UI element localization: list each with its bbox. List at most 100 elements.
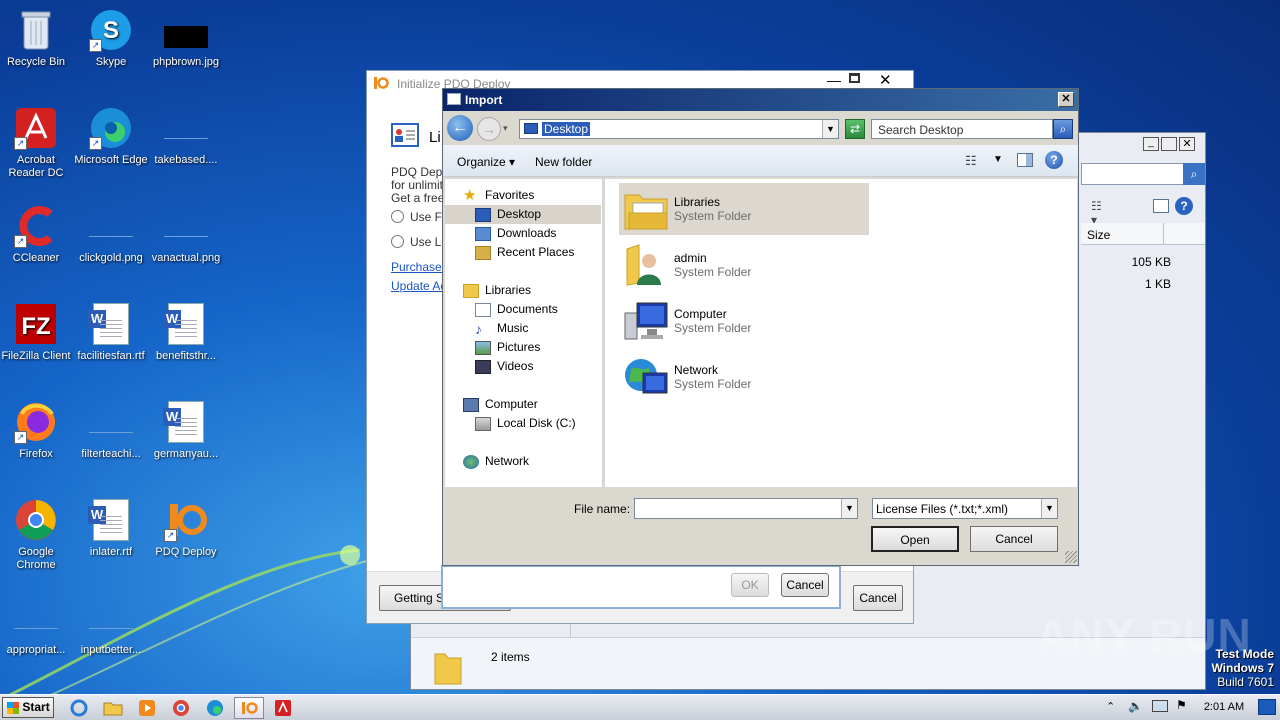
file-item-network[interactable]: Network System Folder [619, 351, 869, 403]
search-icon[interactable]: ⌕ [1183, 163, 1205, 185]
minimize-button[interactable]: _ [1143, 137, 1159, 151]
nav-computer[interactable]: Computer [463, 395, 538, 414]
inner-ok-button[interactable]: OK [731, 573, 769, 597]
tray-expand-icon[interactable]: ⌃ [1106, 700, 1115, 713]
nav-downloads[interactable]: Downloads [475, 224, 556, 243]
nav-pictures[interactable]: Pictures [475, 338, 540, 357]
volume-icon[interactable]: 🔈 [1128, 699, 1143, 713]
address-dropdown-icon[interactable]: ▼ [822, 120, 838, 138]
minimize-button[interactable]: — [827, 72, 841, 88]
file-item-admin[interactable]: admin System Folder [619, 239, 869, 291]
nav-desktop[interactable]: Desktop [445, 205, 601, 224]
maximize-button[interactable] [849, 73, 860, 83]
nav-recent-places[interactable]: Recent Places [475, 243, 574, 262]
column-size-label[interactable]: Size [1087, 228, 1110, 242]
help-icon[interactable]: ? [1175, 197, 1193, 215]
new-folder-button[interactable]: New folder [535, 155, 592, 169]
desktop-icon-takebased[interactable]: takebased.... [148, 106, 224, 167]
nav-videos[interactable]: Videos [475, 357, 533, 376]
nav-libraries[interactable]: Libraries [463, 281, 531, 300]
desktop-icon-clickgold[interactable]: clickgold.png [73, 204, 149, 265]
desktop-icon-facilitiesfan[interactable]: W facilitiesfan.rtf [73, 302, 149, 363]
pdq-cancel-button[interactable]: Cancel [853, 585, 903, 611]
desktop-icon-firefox[interactable]: ↗ Firefox [0, 400, 74, 461]
radio-free[interactable] [391, 210, 404, 223]
change-view-icon[interactable]: ☷ [965, 153, 977, 169]
nav-local-disk[interactable]: Local Disk (C:) [475, 414, 576, 433]
cancel-button[interactable]: Cancel [970, 526, 1058, 552]
ie-taskbar-icon[interactable] [64, 697, 94, 719]
import-title-bar: Import ✕ [443, 89, 1078, 111]
forward-button[interactable]: → [477, 117, 501, 141]
show-desktop-button[interactable] [1258, 699, 1276, 715]
desktop-icon-acrobat[interactable]: ↗ Acrobat Reader DC [0, 106, 74, 180]
purchase-link[interactable]: Purchase l [391, 260, 448, 274]
update-link[interactable]: Update Ac [391, 279, 446, 293]
desktop-icon-label: Acrobat Reader DC [8, 154, 64, 179]
image-file-icon [164, 8, 208, 52]
search-icon[interactable]: ⌕ [1053, 119, 1073, 139]
edge-taskbar-icon[interactable] [200, 697, 230, 719]
search-input[interactable] [1081, 163, 1191, 185]
resize-grip[interactable] [1065, 551, 1077, 563]
file-type-dropdown-icon[interactable]: ▼ [1041, 499, 1057, 518]
search-desktop-input[interactable]: Search Desktop [871, 119, 1053, 139]
back-button[interactable]: ← [447, 115, 473, 141]
preview-pane-icon[interactable] [1153, 199, 1169, 213]
file-item-type: System Folder [674, 377, 752, 391]
nav-network[interactable]: Network [463, 452, 529, 471]
desktop-icon-appropriat[interactable]: appropriat... [0, 596, 74, 657]
organize-button[interactable]: Organize ▾ [457, 155, 515, 169]
maximize-button[interactable] [1161, 137, 1177, 151]
start-button[interactable]: Start [2, 697, 54, 718]
action-center-flag-icon[interactable]: ⚑ [1176, 698, 1187, 712]
preview-pane-icon[interactable] [1017, 153, 1033, 167]
desktop-icon-phpbrown[interactable]: phpbrown.jpg [148, 8, 224, 69]
media-player-taskbar-icon[interactable] [132, 697, 162, 719]
refresh-icon[interactable]: ⇄ [845, 119, 865, 139]
desktop-icon-filterteachi[interactable]: filterteachi... [73, 400, 149, 461]
open-button[interactable]: Open [871, 526, 959, 552]
clock[interactable]: 2:01 AM [1196, 701, 1252, 713]
file-item-libraries[interactable]: Libraries System Folder [619, 183, 869, 235]
address-bar[interactable]: Desktop ▼ [519, 119, 839, 139]
close-button[interactable]: ✕ [1058, 92, 1074, 107]
recent-pages-dropdown-icon[interactable]: ▾ [503, 123, 508, 134]
nav-music[interactable]: ♪ Music [475, 319, 528, 338]
desktop-icon-filezilla[interactable]: FZ FileZilla Client [0, 302, 74, 363]
desktop-icon-inlater[interactable]: W inlater.rtf [73, 498, 149, 559]
computer-icon [463, 397, 479, 412]
file-name-dropdown-icon[interactable]: ▼ [841, 499, 857, 518]
desktop-icon-chrome[interactable]: Google Chrome [0, 498, 74, 572]
desktop-icon-skype[interactable]: S ↗ Skype [73, 8, 149, 69]
desktop-icon-germanyau[interactable]: W germanyau... [148, 400, 224, 461]
file-type-select[interactable]: License Files (*.txt;*.xml) ▼ [872, 498, 1058, 519]
nav-documents[interactable]: Documents [475, 300, 558, 319]
inner-dialog: OK Cancel [441, 565, 841, 609]
file-name-input[interactable]: ▼ [634, 498, 858, 519]
close-button[interactable]: ✕ [1179, 137, 1195, 151]
desktop-icon-pdq-deploy[interactable]: ↗ PDQ Deploy [148, 498, 224, 559]
nav-favorites[interactable]: ★ Favorites [463, 186, 534, 205]
desktop-icon-benefitsthr[interactable]: W benefitsthr... [148, 302, 224, 363]
shortcut-arrow-icon: ↗ [14, 235, 27, 248]
image-file-icon [89, 204, 133, 248]
desktop-icon-recycle-bin[interactable]: Recycle Bin [0, 8, 74, 69]
pdq-taskbar-icon[interactable] [234, 697, 264, 719]
inner-cancel-button[interactable]: Cancel [781, 573, 829, 597]
acrobat-taskbar-icon[interactable] [268, 697, 298, 719]
radio-license[interactable] [391, 235, 404, 248]
desktop-icon-ccleaner[interactable]: ↗ CCleaner [0, 204, 74, 265]
help-icon[interactable]: ? [1045, 151, 1063, 169]
desktop-icon-inputbetter[interactable]: inputbetter... [73, 596, 149, 657]
close-button[interactable]: ✕ [879, 71, 892, 89]
explorer-taskbar-icon[interactable] [98, 697, 128, 719]
view-dropdown-icon[interactable]: ▼ [993, 154, 1003, 165]
network-tray-icon[interactable] [1152, 700, 1168, 712]
view-options-icon[interactable]: ☷ ▾ [1091, 199, 1111, 227]
desktop-icon-edge[interactable]: ↗ Microsoft Edge [73, 106, 149, 167]
chrome-taskbar-icon[interactable] [166, 697, 196, 719]
file-item-computer[interactable]: Computer System Folder [619, 295, 869, 347]
desktop-icon-vanactual[interactable]: vanactual.png [148, 204, 224, 265]
desktop-icon-label: facilitiesfan.rtf [77, 350, 145, 362]
